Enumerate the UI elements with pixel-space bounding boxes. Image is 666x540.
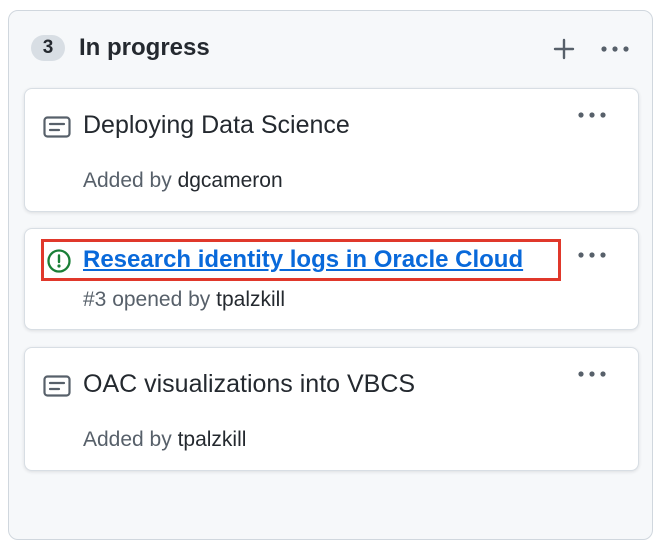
project-card[interactable]: Deploying Data Science Added by dgcamero… <box>24 88 639 212</box>
card-options-button[interactable] <box>572 243 612 267</box>
project-card[interactable]: Research identity logs in Oracle Cloud #… <box>24 228 639 330</box>
issue-opened-icon <box>47 249 71 273</box>
card-meta: #3 opened by tpalzkill <box>83 287 285 313</box>
kebab-horizontal-icon <box>578 112 606 118</box>
column-options-button[interactable] <box>599 33 631 65</box>
plus-icon <box>553 38 575 60</box>
card-title[interactable]: OAC visualizations into VBCS <box>83 369 415 399</box>
card-title[interactable]: Deploying Data Science <box>83 110 350 140</box>
project-card[interactable]: OAC visualizations into VBCS Added by tp… <box>24 347 639 471</box>
item-count-badge: 3 <box>31 35 65 61</box>
note-icon <box>43 116 71 138</box>
meta-prefix: #3 opened by <box>83 288 217 311</box>
note-icon <box>43 375 71 397</box>
card-meta: Added by tpalzkill <box>83 427 246 453</box>
card-meta: Added by dgcameron <box>83 168 283 194</box>
meta-prefix: Added by <box>83 428 178 451</box>
meta-user: tpalzkill <box>177 428 247 451</box>
kebab-horizontal-icon <box>578 252 606 258</box>
issue-title-link[interactable]: Research identity logs in Oracle Cloud <box>83 245 523 275</box>
card-options-button[interactable] <box>572 103 612 127</box>
meta-user: dgcameron <box>177 169 283 192</box>
card-options-button[interactable] <box>572 362 612 386</box>
add-item-button[interactable] <box>548 33 580 65</box>
column-header: 3 In progress <box>9 11 652 85</box>
kebab-horizontal-icon <box>578 371 606 377</box>
project-column: 3 In progress Deploying Data Science Add… <box>8 10 653 540</box>
column-title: In progress <box>79 34 210 61</box>
meta-user: tpalzkill <box>216 288 285 311</box>
meta-prefix: Added by <box>83 169 178 192</box>
kebab-horizontal-icon <box>601 46 629 52</box>
